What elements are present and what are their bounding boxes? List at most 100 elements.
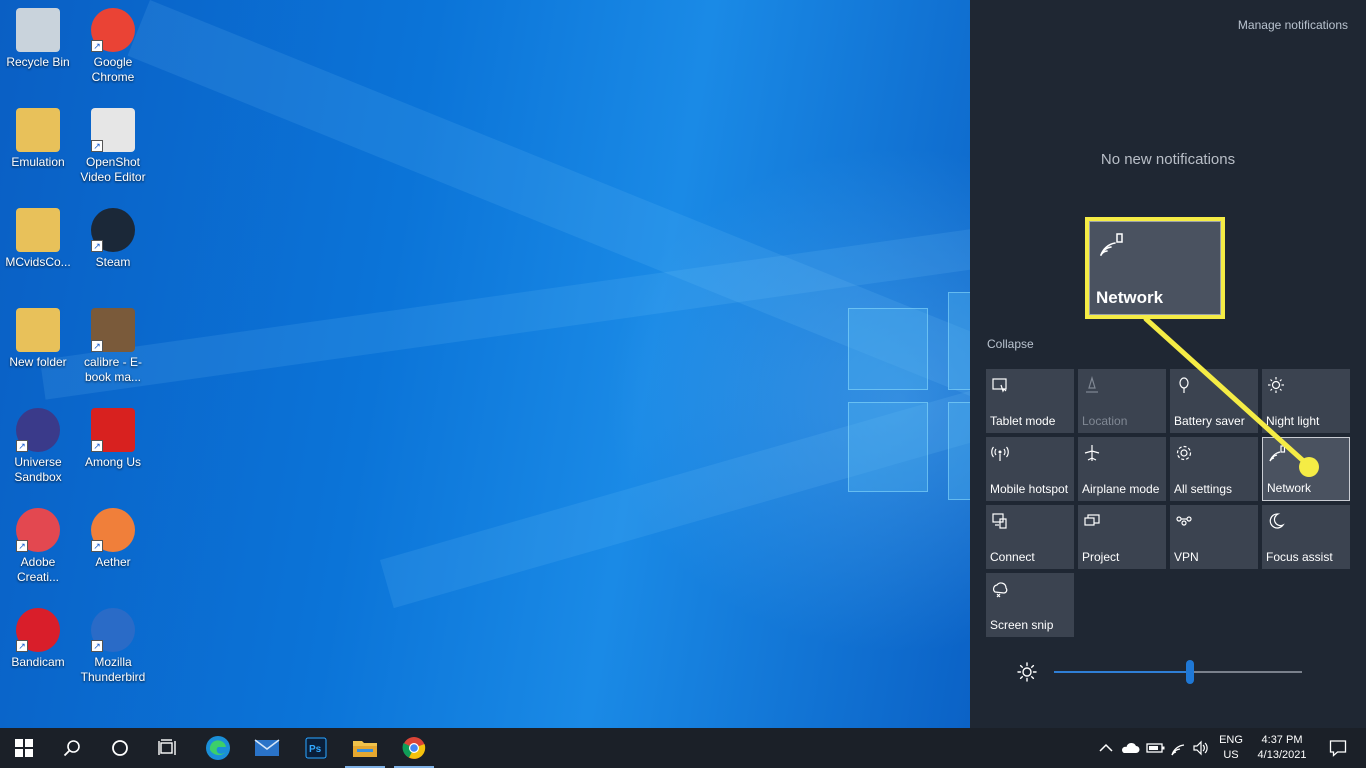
onedrive-cloud-icon[interactable] (1120, 739, 1140, 757)
desktop-icon[interactable]: New folder (1, 302, 75, 398)
desktop-icon-label: Steam (95, 255, 131, 269)
connect-icon (992, 513, 1007, 529)
desktop-icon[interactable]: ↗ Universe Sandbox (1, 402, 75, 498)
desktop-icon-label: New folder (9, 355, 67, 369)
quick-action-label: Connect (990, 550, 1035, 564)
brightness-row (970, 655, 1366, 689)
quick-action-screen-snip[interactable]: Screen snip (986, 573, 1074, 637)
aether-icon: ↗ (91, 508, 135, 552)
shortcut-arrow-icon: ↗ (16, 540, 28, 552)
desktop-icon-label: Mozilla Thunderbird (80, 655, 146, 684)
desktop-icon-label: Universe Sandbox (14, 455, 62, 484)
taskbar-photoshop[interactable]: Ps (292, 728, 340, 768)
desktop-icon[interactable]: ↗ Steam (76, 202, 150, 298)
svg-text:Ps: Ps (309, 744, 322, 755)
folder-icon (353, 741, 377, 757)
quick-action-focus-assist[interactable]: Focus assist (1262, 505, 1350, 569)
quick-action-label: Tablet mode (990, 414, 1056, 428)
quick-action-connect[interactable]: Connect (986, 505, 1074, 569)
region-code: US (1223, 749, 1239, 761)
desktop-icon[interactable]: Recycle Bin (1, 2, 75, 98)
desktop-icon-label: Emulation (11, 155, 65, 169)
screen-snip-icon (993, 582, 1008, 598)
volume-icon[interactable] (1192, 739, 1210, 757)
battery-saver-icon (1179, 377, 1189, 393)
brightness-icon (1017, 662, 1037, 682)
manage-notifications-link[interactable]: Manage notifications (1238, 18, 1348, 32)
quick-action-label: Network (1267, 481, 1312, 495)
openshot-icon: ↗ (91, 108, 135, 152)
quick-action-mobile-hotspot[interactable]: Mobile hotspot (986, 437, 1074, 501)
taskbar-mail[interactable] (243, 728, 291, 768)
desktop-icon-label: Google Chrome (91, 55, 135, 84)
quick-action-project[interactable]: Project (1078, 505, 1166, 569)
clock-time: 4:37 PM (1261, 734, 1303, 746)
desktop-icon[interactable]: ↗ Bandicam (1, 602, 75, 698)
battery-icon[interactable] (1146, 739, 1166, 757)
photoshop-icon: Ps (305, 737, 327, 759)
quick-action-network[interactable]: Network (1262, 437, 1350, 501)
taskbar-chrome[interactable] (390, 728, 438, 768)
desktop-icon[interactable]: ↗ Aether (76, 502, 150, 598)
desktop-icon[interactable]: ↗ OpenShot Video Editor (76, 102, 150, 198)
desktop-icon-label: OpenShot Video Editor (80, 155, 146, 184)
airplane-mode-icon (1084, 445, 1100, 461)
windows-logo-wallpaper (848, 292, 970, 500)
quick-action-label: Project (1082, 550, 1120, 564)
shortcut-arrow-icon: ↗ (91, 340, 103, 352)
brightness-slider[interactable] (1054, 660, 1302, 684)
clock-date: 4/13/2021 (1257, 749, 1307, 761)
taskbar-edge[interactable] (194, 728, 242, 768)
brightness-slider-thumb[interactable] (1186, 660, 1195, 684)
start-button[interactable] (0, 728, 48, 768)
taskbar-clock[interactable]: 4:37 PM 4/13/2021 (1250, 733, 1314, 763)
action-center-button[interactable] (1318, 728, 1358, 768)
desktop-icon[interactable]: Emulation (1, 102, 75, 198)
quick-action-airplane-mode[interactable]: Airplane mode (1078, 437, 1166, 501)
desktop-icon-label: Aether (95, 555, 131, 569)
task-view-button[interactable] (144, 728, 192, 768)
desktop-icon[interactable]: ↗ Google Chrome (76, 2, 150, 98)
desktop-icon[interactable]: ↗ calibre - E-book ma... (76, 302, 150, 398)
thunderbird-icon: ↗ (91, 608, 135, 652)
desktop-icon[interactable]: ↗ Mozilla Thunderbird (76, 602, 150, 698)
quick-action-vpn[interactable]: VPN (1170, 505, 1258, 569)
gear-icon (1176, 445, 1192, 461)
shortcut-arrow-icon: ↗ (91, 440, 103, 452)
network-icon (1269, 445, 1286, 462)
desktop-icon[interactable]: ↗ Adobe Creati... (1, 502, 75, 598)
folder-icon (16, 308, 60, 352)
cortana-button[interactable] (96, 728, 144, 768)
location-icon (1086, 376, 1098, 393)
quick-action-battery-saver[interactable]: Battery saver (1170, 369, 1258, 433)
folder-icon (16, 108, 60, 152)
desktop-icon-label: MCvidsCo... (5, 255, 71, 269)
shortcut-arrow-icon: ↗ (91, 240, 103, 252)
network-icon (1100, 233, 1123, 256)
folder-icon (16, 208, 60, 252)
collapse-link[interactable]: Collapse (987, 337, 1034, 351)
quick-action-label: Airplane mode (1082, 482, 1160, 496)
search-button[interactable] (48, 728, 96, 768)
network-tray-icon[interactable] (1170, 739, 1188, 757)
tablet-mode-icon (992, 378, 1007, 393)
desktop[interactable]: Recycle Bin ↗ Google Chrome Emulation ↗ OpenS… (0, 0, 970, 728)
wallpaper-light-beam (127, 0, 970, 468)
edge-icon (206, 736, 230, 760)
night-light-icon (1268, 377, 1284, 393)
windows-start-icon (15, 739, 33, 757)
quick-action-label: Mobile hotspot (990, 482, 1069, 496)
mobile-hotspot-icon (991, 446, 1009, 461)
desktop-icon[interactable]: MCvidsCo... (1, 202, 75, 298)
quick-action-gear[interactable]: All settings (1170, 437, 1258, 501)
desktop-icon[interactable]: ↗ Among Us (76, 402, 150, 498)
shortcut-arrow-icon: ↗ (91, 140, 103, 152)
quick-action-location[interactable]: Location (1078, 369, 1166, 433)
input-language-indicator[interactable]: ENG US (1214, 733, 1248, 763)
quick-action-night-light[interactable]: Night light (1262, 369, 1350, 433)
project-icon (1084, 514, 1100, 526)
show-hidden-icons-chevron-icon[interactable] (1097, 739, 1115, 757)
quick-action-tablet-mode[interactable]: Tablet mode (986, 369, 1074, 433)
taskbar-file-explorer[interactable] (341, 728, 389, 768)
search-icon (63, 740, 80, 757)
